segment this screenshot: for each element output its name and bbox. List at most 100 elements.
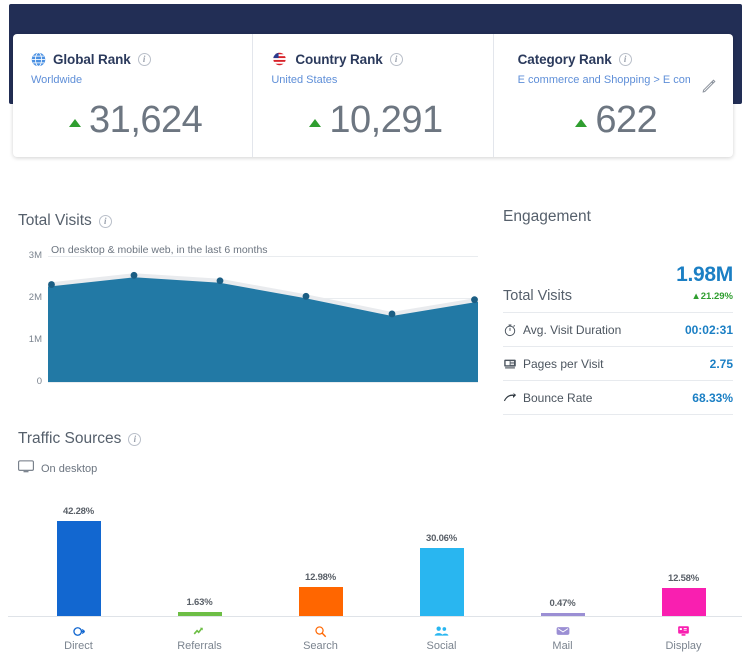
engagement-row-left: Bounce Rate (503, 391, 592, 405)
bar-value-label: 12.58% (667, 572, 700, 584)
total-visits-note: On desktop & mobile web, in the last 6 m… (51, 244, 268, 256)
rank-card-subtitle[interactable]: United States (271, 74, 492, 86)
bar[interactable] (540, 613, 585, 616)
rank-card-subtitle[interactable]: E commerce and Shopping > E com... (512, 74, 690, 86)
bar-category-label: Social (426, 640, 457, 652)
traffic-source-column[interactable]: 42.28% Direct (18, 498, 139, 656)
bar-value-label: 0.47% (549, 598, 576, 609)
engagement-row-avg-visit-duration: Avg. Visit Duration 00:02:31 (503, 313, 733, 347)
bar-category-label: Mail (552, 640, 573, 652)
y-axis-tick-label: 3M (28, 250, 42, 261)
area-fill (48, 275, 478, 382)
traffic-source-column[interactable]: 12.58% Display (623, 498, 744, 656)
total-visits-chart[interactable]: 3M2M1M0 May '19Jun '19Jul '19Aug '19Sep … (18, 250, 478, 406)
bounce-arrow-icon (503, 391, 517, 405)
rank-card-value-row: 622 (512, 98, 733, 142)
rank-card-value: 622 (595, 99, 658, 141)
engagement-total-right: 1.98M ▲21.29% (676, 264, 733, 304)
info-icon[interactable]: i (137, 52, 151, 66)
rank-card-value: 10,291 (329, 99, 443, 141)
traffic-source-column[interactable]: 0.47% Mail (502, 498, 623, 656)
traffic-source-column[interactable]: 12.98% Search (260, 498, 381, 656)
social-icon (381, 624, 502, 638)
mail-icon (502, 624, 623, 638)
trend-up-icon (309, 119, 322, 127)
visits-area-plot (48, 256, 478, 382)
info-icon[interactable]: i (98, 214, 112, 228)
rank-card-category[interactable]: Category Rank i E commerce and Shopping … (492, 34, 733, 157)
engagement-row-label: Pages per Visit (523, 356, 604, 371)
desktop-icon (18, 460, 34, 478)
traffic-sources-title: Traffic Sources (18, 430, 122, 447)
bar-footer: Referrals (139, 624, 260, 652)
y-axis-tick-label: 0 (36, 376, 42, 387)
rank-card-title: Category Rank (517, 51, 612, 67)
engagement-total-visits-row: Total Visits 1.98M ▲21.29% (503, 264, 733, 313)
engagement-row-label: Bounce Rate (523, 390, 593, 405)
rank-card-value-row: 10,291 (271, 98, 492, 142)
data-point[interactable] (48, 281, 55, 288)
info-icon[interactable]: i (389, 52, 403, 66)
rank-card-global[interactable]: Global Rank i Worldwide 31,624 (13, 34, 252, 157)
engagement-row-value: 00:02:31 (684, 322, 733, 337)
bar-footer: Display (623, 624, 744, 652)
bar[interactable] (177, 612, 222, 616)
page-root: Global Rank i Worldwide 31,624 Country R… (0, 0, 750, 656)
rank-card-header: Global Rank i (31, 50, 252, 68)
bar-value-label: 12.98% (304, 571, 337, 583)
display-icon (623, 624, 744, 638)
bar-category-label: Direct (64, 640, 93, 652)
total-visits-section: Total Visits i On desktop & mobile web, … (18, 212, 478, 256)
data-point[interactable] (388, 310, 396, 318)
bar-category-label: Display (665, 640, 702, 652)
y-axis-tick-label: 2M (28, 292, 42, 303)
bar-area: 42.28% (18, 498, 139, 616)
bar-value-label: 42.28% (62, 505, 95, 517)
rank-card-subtitle[interactable]: Worldwide (31, 74, 252, 86)
bar-value-label: 30.06% (425, 533, 458, 545)
stopwatch-icon (503, 323, 517, 337)
data-point[interactable] (216, 277, 224, 285)
bar-area: 12.98% (260, 498, 381, 616)
data-point[interactable] (471, 296, 478, 304)
engagement-row-bounce-rate: Bounce Rate 68.33% (503, 381, 733, 415)
engagement-total-value: 1.98M (676, 263, 733, 286)
traffic-sources-header: Traffic Sources i (18, 430, 418, 448)
traffic-sources-chart[interactable]: 42.28% Direct 1.63% Referrals 12.98% Search 30… (0, 498, 750, 656)
traffic-source-column[interactable]: 1.63% Referrals (139, 498, 260, 656)
bar-footer: Mail (502, 624, 623, 652)
rank-card-title: Country Rank (295, 51, 383, 67)
traffic-sources-device-label: On desktop (41, 463, 98, 475)
bar[interactable] (298, 586, 343, 616)
globe-icon (31, 51, 46, 67)
bar[interactable] (661, 587, 706, 616)
traffic-sources-section: Traffic Sources i On desktop (18, 430, 418, 478)
bar-footer: Direct (18, 624, 139, 652)
pages-icon (503, 357, 517, 371)
info-icon[interactable]: i (618, 52, 632, 66)
pencil-icon[interactable] (701, 78, 717, 94)
rank-card-country[interactable]: Country Rank i United States 10,291 (252, 34, 492, 157)
engagement-row-left: Avg. Visit Duration (503, 323, 621, 337)
engagement-row-label: Avg. Visit Duration (523, 322, 622, 337)
bar[interactable] (56, 520, 101, 616)
bar-area: 12.58% (623, 498, 744, 616)
traffic-source-column[interactable]: 30.06% Social (381, 498, 502, 656)
us-flag-icon (271, 52, 288, 66)
bar-category-label: Search (303, 640, 338, 652)
data-point[interactable] (130, 271, 138, 279)
rank-card-header: Country Rank i (271, 50, 492, 68)
rank-card-value-row: 31,624 (31, 98, 252, 142)
bar-footer: Search (260, 624, 381, 652)
bar-value-label: 1.63% (186, 597, 213, 609)
data-point[interactable] (302, 292, 310, 300)
bar[interactable] (419, 548, 464, 616)
engagement-total-label: Total Visits (503, 288, 573, 304)
info-icon[interactable]: i (128, 432, 142, 446)
total-visits-header: Total Visits i (18, 212, 478, 230)
engagement-row-value: 2.75 (709, 356, 733, 371)
bar-area: 30.06% (381, 498, 502, 616)
bar-area: 1.63% (139, 498, 260, 616)
trend-up-icon (69, 119, 82, 127)
total-visits-title: Total Visits (18, 212, 92, 229)
